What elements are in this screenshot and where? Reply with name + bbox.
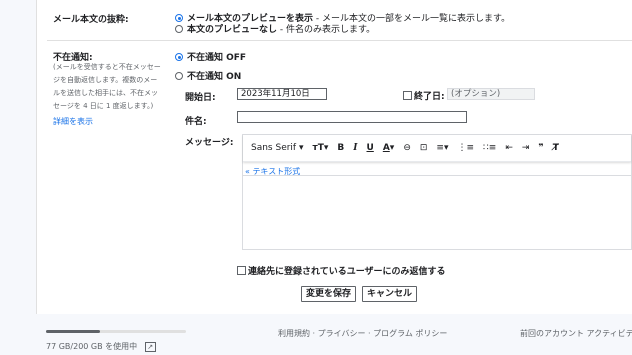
font-size-select[interactable]: тT▾ [313,143,329,153]
align-icon: ≡ [436,143,444,153]
vacation-desc-2: ジを自動返信します。複数のメー [53,76,158,84]
contacts-only-label: 連絡先に登録されているユーザーにのみ返信する [248,267,446,277]
vacation-off-label: 不在通知 OFF [187,53,247,63]
radio-checked-icon[interactable] [175,14,183,22]
details-link[interactable]: 詳細を表示 [53,116,93,127]
storage-meter [46,330,186,333]
storage-usage[interactable]: 77 GB/200 GB を使用中 ↗ [46,341,156,352]
start-date-input[interactable]: 2023年11月10日 [237,88,327,100]
vacation-on-option[interactable]: 不在通知 ON [175,69,241,82]
text-color-button[interactable]: A▾ [383,143,395,153]
account-activity[interactable]: 前回のアカウント アクティビティ [520,328,632,339]
vacation-desc-1: (メールを受信すると不在メッセー [53,63,161,71]
checkbox-icon[interactable] [237,266,246,275]
indent-less-icon[interactable]: ⇤ [505,143,513,153]
end-date-label: 終了日: [414,92,445,102]
chevron-down-icon: ▾ [298,143,304,153]
quote-icon[interactable]: ❞ [538,143,543,153]
vacation-desc-3: ルを送信した相手には、不在メッ [53,89,158,97]
image-icon[interactable]: ⊡ [420,143,428,153]
checkbox-icon[interactable] [403,91,412,100]
snippets-hide-desc: - 件名のみ表示します。 [277,25,376,35]
start-date-label: 開始日: [185,93,216,103]
font-family-select[interactable]: Sans Serif ▾ [251,143,304,153]
underline-button[interactable]: U [367,143,374,153]
storage-text: 77 GB/200 GB を使用中 [46,342,138,351]
storage-meter-fill [46,330,100,333]
settings-panel: メール本文の抜粋: メール本文のプレビューを表示 - メール本文の一部をメール一… [36,0,632,314]
bold-button[interactable]: B [337,143,344,153]
end-date-checkbox-wrap[interactable]: 終了日: [403,89,445,102]
message-editor: Sans Serif ▾ тT▾ B I U A▾ ⊖ ⊡ ≡▾ ⋮≡ ∷≡ ⇤… [242,134,632,250]
external-link-icon[interactable]: ↗ [144,342,156,352]
message-label: メッセージ: [185,138,234,148]
chevron-down-icon: ▾ [443,143,449,153]
subject-input[interactable] [237,111,467,123]
divider [47,40,632,41]
indent-more-icon[interactable]: ⇥ [522,143,530,153]
vacation-on-label: 不在通知 ON [187,72,242,82]
clear-formatting-icon[interactable]: T̸ [553,143,559,153]
chevron-down-icon: ▾ [389,143,395,153]
radio-icon[interactable] [175,72,183,80]
align-button[interactable]: ≡▾ [436,143,448,153]
link-icon[interactable]: ⊖ [403,143,411,153]
contacts-only-checkbox-wrap[interactable]: 連絡先に登録されているユーザーにのみ返信する [237,264,446,277]
vacation-off-option[interactable]: 不在通知 OFF [175,50,246,63]
end-date-input[interactable]: (オプション) [447,88,535,100]
subject-label: 件名: [185,117,207,127]
chevron-down-icon: ▾ [323,143,329,153]
radio-checked-icon[interactable] [175,53,183,61]
bulleted-list-icon[interactable]: ∷≡ [483,143,496,153]
snippets-label: メール本文の抜粋: [53,15,129,25]
snippets-hide-label: 本文のプレビューなし [187,25,278,35]
text-size-icon: тT [312,143,324,153]
text-color-icon: A [382,143,390,153]
cancel-button[interactable]: キャンセル [362,286,418,302]
italic-button[interactable]: I [353,143,357,153]
snippets-hide-option[interactable]: 本文のプレビューなし - 件名のみ表示します。 [175,22,375,35]
formatting-toolbar: Sans Serif ▾ тT▾ B I U A▾ ⊖ ⊡ ≡▾ ⋮≡ ∷≡ ⇤… [243,135,631,162]
message-body[interactable] [243,175,631,249]
save-button[interactable]: 変更を保存 [301,286,357,302]
radio-icon[interactable] [175,25,183,33]
footer-links[interactable]: 利用規約 · プライバシー · プログラム ポリシー [278,328,447,339]
vacation-desc-4: セージを 4 日に 1 度返します。) [53,102,154,110]
numbered-list-icon[interactable]: ⋮≡ [457,143,474,153]
